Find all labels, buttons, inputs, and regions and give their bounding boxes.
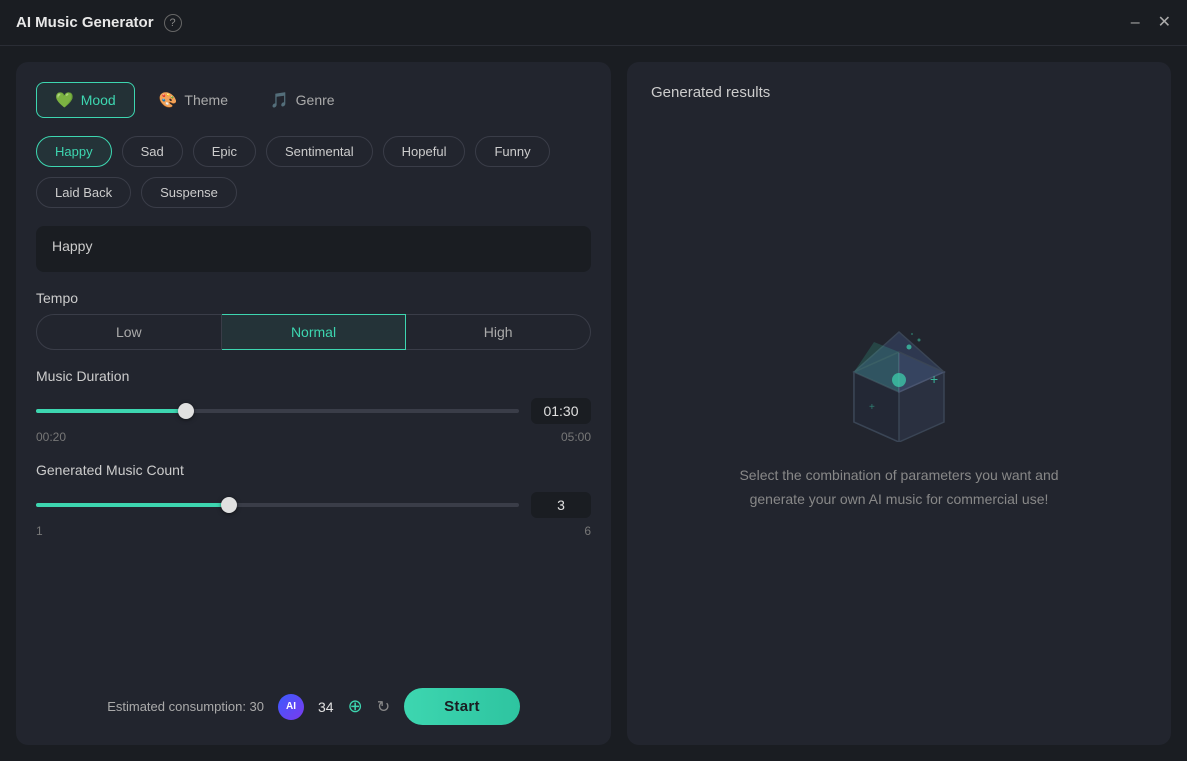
svg-text:+: +: [869, 402, 875, 413]
tab-theme[interactable]: 🎨 Theme: [141, 83, 246, 117]
theme-tab-icon: 🎨: [159, 91, 178, 109]
minimize-button[interactable]: –: [1131, 15, 1140, 31]
tab-theme-label: Theme: [184, 92, 228, 108]
main-content: 💚 Mood 🎨 Theme 🎵 Genre Happy Sad Epic Se…: [0, 46, 1187, 761]
count-max: 6: [584, 524, 591, 538]
credit-count: 34: [318, 699, 334, 715]
duration-fill: [36, 409, 186, 413]
duration-min: 00:20: [36, 430, 66, 444]
tempo-low[interactable]: Low: [36, 314, 222, 350]
ai-badge: AI: [278, 694, 304, 720]
count-slider-row: 3: [36, 492, 591, 518]
title-bar-left: AI Music Generator ?: [16, 14, 182, 32]
count-section: Generated Music Count 3 1 6: [36, 462, 591, 538]
empty-state: + + Select the combination of parameters…: [651, 101, 1147, 723]
duration-track: [36, 409, 519, 413]
tempo-high[interactable]: High: [406, 314, 591, 350]
selected-mood-text: Happy: [52, 238, 92, 254]
tab-genre-label: Genre: [296, 92, 335, 108]
duration-slider-row: 01:30: [36, 398, 591, 424]
count-label: Generated Music Count: [36, 462, 591, 478]
tempo-section: Tempo Low Normal High: [36, 290, 591, 350]
app-title: AI Music Generator: [16, 14, 154, 31]
mood-hopeful[interactable]: Hopeful: [383, 136, 466, 167]
tempo-group: Low Normal High: [36, 314, 591, 350]
consumption-text: Estimated consumption: 30: [107, 699, 264, 714]
mood-grid: Happy Sad Epic Sentimental Hopeful Funny…: [36, 136, 591, 208]
count-range: 1 6: [36, 524, 591, 538]
count-track-container[interactable]: [36, 495, 519, 515]
mood-sentimental[interactable]: Sentimental: [266, 136, 373, 167]
mood-epic[interactable]: Epic: [193, 136, 256, 167]
close-button[interactable]: ✕: [1158, 15, 1171, 31]
left-panel: 💚 Mood 🎨 Theme 🎵 Genre Happy Sad Epic Se…: [16, 62, 611, 745]
duration-track-container[interactable]: [36, 401, 519, 421]
mood-suspense[interactable]: Suspense: [141, 177, 237, 208]
count-track: [36, 503, 519, 507]
duration-max: 05:00: [561, 430, 591, 444]
refresh-button[interactable]: ↻: [377, 697, 390, 717]
svg-text:+: +: [930, 371, 938, 387]
duration-thumb[interactable]: [178, 403, 194, 419]
right-panel: Generated results: [627, 62, 1171, 745]
window-controls: – ✕: [1131, 15, 1171, 31]
count-min: 1: [36, 524, 43, 538]
duration-section: Music Duration 01:30 00:20 05:00: [36, 368, 591, 444]
mood-laid-back[interactable]: Laid Back: [36, 177, 131, 208]
bottom-bar: Estimated consumption: 30 AI 34 ⊕ ↻ Star…: [36, 680, 591, 725]
duration-value: 01:30: [531, 398, 591, 424]
mood-happy[interactable]: Happy: [36, 136, 112, 167]
count-fill: [36, 503, 229, 507]
empty-description: Select the combination of parameters you…: [734, 464, 1064, 512]
title-bar: AI Music Generator ? – ✕: [0, 0, 1187, 46]
help-button[interactable]: ?: [164, 14, 182, 32]
tab-mood[interactable]: 💚 Mood: [36, 82, 135, 118]
duration-range: 00:20 05:00: [36, 430, 591, 444]
duration-label: Music Duration: [36, 368, 591, 384]
empty-box-illustration: + +: [834, 312, 964, 442]
add-credits-button[interactable]: ⊕: [348, 696, 363, 717]
tempo-label: Tempo: [36, 290, 591, 306]
start-button[interactable]: Start: [404, 688, 520, 725]
mood-tab-icon: 💚: [55, 91, 74, 109]
tempo-normal[interactable]: Normal: [222, 314, 407, 350]
count-thumb[interactable]: [221, 497, 237, 513]
tab-mood-label: Mood: [81, 92, 116, 108]
tab-genre[interactable]: 🎵 Genre: [252, 83, 353, 117]
results-title: Generated results: [651, 84, 770, 101]
genre-tab-icon: 🎵: [270, 91, 289, 109]
count-value: 3: [531, 492, 591, 518]
tab-bar: 💚 Mood 🎨 Theme 🎵 Genre: [36, 82, 591, 118]
mood-sad[interactable]: Sad: [122, 136, 183, 167]
mood-funny[interactable]: Funny: [475, 136, 549, 167]
selected-mood-display: Happy: [36, 226, 591, 272]
